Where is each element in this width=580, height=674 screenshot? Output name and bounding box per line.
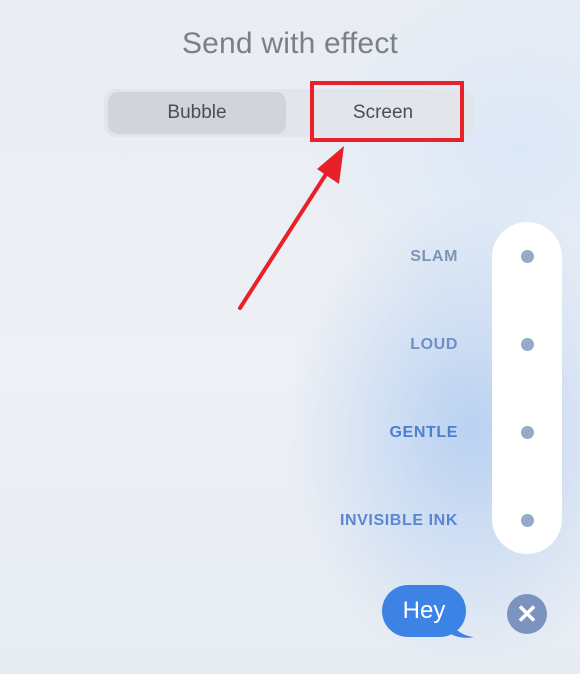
message-bubble-tail [448,618,474,638]
effect-dot-gentle[interactable] [521,426,534,439]
effect-dot-invisible-ink[interactable] [521,514,534,527]
effect-dot-slam[interactable] [521,250,534,263]
effect-slider-track[interactable] [492,222,562,554]
effect-label-invisible-ink[interactable]: INVISIBLE INK [340,512,458,530]
effect-dot-loud[interactable] [521,338,534,351]
effect-label-gentle[interactable]: GENTLE [390,424,459,442]
effect-label-slam[interactable]: SLAM [410,248,458,266]
close-icon[interactable]: ✕ [507,594,547,634]
effect-label-loud[interactable]: LOUD [410,336,458,354]
